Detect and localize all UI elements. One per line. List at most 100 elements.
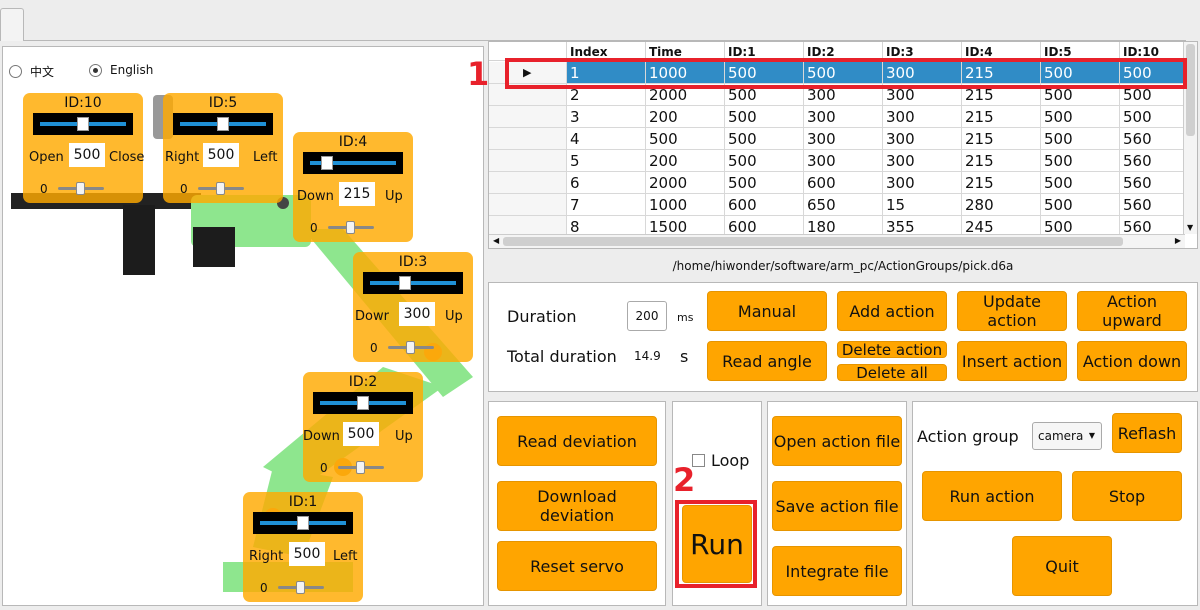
table-cell[interactable]: 560 bbox=[1120, 150, 1184, 172]
servo-slider[interactable] bbox=[173, 113, 273, 135]
mini-slider-knob[interactable] bbox=[76, 182, 85, 195]
row-header[interactable] bbox=[489, 172, 567, 194]
servo-slider[interactable] bbox=[303, 152, 403, 174]
action-upward-button[interactable]: Action upward bbox=[1077, 291, 1187, 331]
table-cell[interactable]: 500 bbox=[1041, 150, 1120, 172]
servo-value-field[interactable]: 215 bbox=[339, 182, 375, 206]
slider-knob[interactable] bbox=[217, 117, 229, 131]
stop-button[interactable]: Stop bbox=[1072, 471, 1182, 521]
reset-servo-button[interactable]: Reset servo bbox=[497, 541, 657, 591]
tab[interactable] bbox=[0, 8, 24, 41]
slider-knob[interactable] bbox=[357, 396, 369, 410]
servo-slider[interactable] bbox=[313, 392, 413, 414]
servo-slider[interactable] bbox=[33, 113, 133, 135]
servo-slider[interactable] bbox=[253, 512, 353, 534]
table-cell[interactable]: 500 bbox=[725, 106, 804, 128]
servo-mini-slider[interactable] bbox=[388, 341, 434, 354]
table-cell[interactable]: 200 bbox=[646, 150, 725, 172]
horizontal-scrollbar[interactable]: ◀ ▶ bbox=[489, 234, 1185, 248]
slider-knob[interactable] bbox=[297, 516, 309, 530]
table-cell[interactable]: 215 bbox=[962, 106, 1041, 128]
table-cell[interactable]: 560 bbox=[1120, 172, 1184, 194]
table-cell[interactable]: 5 bbox=[567, 150, 646, 172]
duration-input[interactable]: 200 bbox=[627, 301, 667, 331]
read-deviation-button[interactable]: Read deviation bbox=[497, 416, 657, 466]
servo-value-field[interactable]: 300 bbox=[399, 302, 435, 326]
table-cell[interactable]: 300 bbox=[804, 106, 883, 128]
reflash-button[interactable]: Reflash bbox=[1112, 413, 1182, 453]
quit-button[interactable]: Quit bbox=[1012, 536, 1112, 596]
run-action-button[interactable]: Run action bbox=[922, 471, 1062, 521]
mini-slider-knob[interactable] bbox=[346, 221, 355, 234]
table-row[interactable]: 3 200 500 300 300 215 500 500 bbox=[489, 106, 1184, 128]
save-action-file-button[interactable]: Save action file bbox=[772, 481, 902, 531]
servo-mini-slider[interactable] bbox=[328, 221, 374, 234]
table-cell[interactable]: 300 bbox=[883, 172, 962, 194]
table-cell[interactable]: 1000 bbox=[646, 194, 725, 216]
delete-all-button[interactable]: Delete all bbox=[837, 364, 947, 382]
table-cell[interactable]: 300 bbox=[883, 150, 962, 172]
servo-mini-slider[interactable] bbox=[278, 581, 324, 594]
table-cell[interactable]: 15 bbox=[883, 194, 962, 216]
table-cell[interactable]: 560 bbox=[1120, 128, 1184, 150]
action-down-button[interactable]: Action down bbox=[1077, 341, 1187, 381]
slider-knob[interactable] bbox=[321, 156, 333, 170]
table-cell[interactable]: 4 bbox=[567, 128, 646, 150]
scroll-thumb[interactable] bbox=[1186, 44, 1195, 136]
update-action-button[interactable]: Update action bbox=[957, 291, 1067, 331]
table-cell[interactable]: 500 bbox=[725, 150, 804, 172]
table-cell[interactable]: 280 bbox=[962, 194, 1041, 216]
integrate-file-button[interactable]: Integrate file bbox=[772, 546, 902, 596]
table-cell[interactable]: 500 bbox=[646, 128, 725, 150]
table-row[interactable]: 7 1000 600 650 15 280 500 560 bbox=[489, 194, 1184, 216]
table-row[interactable]: 5 200 500 300 300 215 500 560 bbox=[489, 150, 1184, 172]
table-cell[interactable]: 300 bbox=[883, 106, 962, 128]
table-cell[interactable]: 500 bbox=[1041, 172, 1120, 194]
table-cell[interactable]: 500 bbox=[725, 128, 804, 150]
row-header[interactable] bbox=[489, 106, 567, 128]
table-cell[interactable]: 200 bbox=[646, 106, 725, 128]
row-header[interactable] bbox=[489, 194, 567, 216]
row-header[interactable] bbox=[489, 150, 567, 172]
table-cell[interactable]: 500 bbox=[1041, 128, 1120, 150]
servo-mini-slider[interactable] bbox=[198, 182, 244, 195]
scroll-right-icon[interactable]: ▶ bbox=[1175, 236, 1181, 245]
servo-value-field[interactable]: 500 bbox=[289, 542, 325, 566]
add-action-button[interactable]: Add action bbox=[837, 291, 947, 331]
table-cell[interactable]: 600 bbox=[804, 172, 883, 194]
scroll-thumb-h[interactable] bbox=[503, 237, 1123, 246]
table-cell[interactable]: 7 bbox=[567, 194, 646, 216]
insert-action-button[interactable]: Insert action bbox=[957, 341, 1067, 381]
table-cell[interactable]: 600 bbox=[725, 194, 804, 216]
table-cell[interactable]: 560 bbox=[1120, 194, 1184, 216]
table-cell[interactable]: 300 bbox=[804, 128, 883, 150]
open-action-file-button[interactable]: Open action file bbox=[772, 416, 902, 466]
row-header[interactable] bbox=[489, 128, 567, 150]
mini-slider-knob[interactable] bbox=[406, 341, 415, 354]
table-cell[interactable]: 500 bbox=[1120, 106, 1184, 128]
mini-slider-knob[interactable] bbox=[216, 182, 225, 195]
table-cell[interactable]: 215 bbox=[962, 128, 1041, 150]
scroll-left-icon[interactable]: ◀ bbox=[493, 236, 499, 245]
mini-slider-knob[interactable] bbox=[356, 461, 365, 474]
servo-mini-slider[interactable] bbox=[58, 182, 104, 195]
table-row[interactable]: 6 2000 500 600 300 215 500 560 bbox=[489, 172, 1184, 194]
servo-value-field[interactable]: 500 bbox=[69, 143, 105, 167]
action-group-select[interactable]: camera ▼ bbox=[1032, 422, 1102, 450]
table-row[interactable]: 4 500 500 300 300 215 500 560 bbox=[489, 128, 1184, 150]
table-cell[interactable]: 215 bbox=[962, 172, 1041, 194]
table-cell[interactable]: 500 bbox=[725, 172, 804, 194]
table-cell[interactable]: 650 bbox=[804, 194, 883, 216]
servo-mini-slider[interactable] bbox=[338, 461, 384, 474]
delete-action-button[interactable]: Delete action bbox=[837, 341, 947, 359]
manual-button[interactable]: Manual bbox=[707, 291, 827, 331]
table-cell[interactable]: 300 bbox=[883, 128, 962, 150]
table-cell[interactable]: 3 bbox=[567, 106, 646, 128]
table-cell[interactable]: 215 bbox=[962, 150, 1041, 172]
slider-knob[interactable] bbox=[77, 117, 89, 131]
table-cell[interactable]: 500 bbox=[1041, 106, 1120, 128]
scroll-down-icon[interactable]: ▼ bbox=[1187, 223, 1193, 232]
read-angle-button[interactable]: Read angle bbox=[707, 341, 827, 381]
servo-value-field[interactable]: 500 bbox=[343, 422, 379, 446]
slider-knob[interactable] bbox=[399, 276, 411, 290]
